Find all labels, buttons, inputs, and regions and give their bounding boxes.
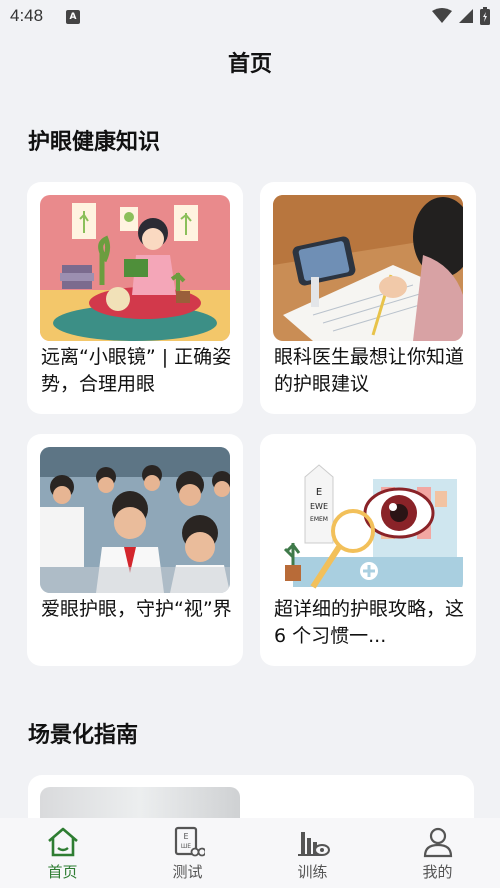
tab-label-test: 测试 <box>172 863 203 881</box>
user-icon <box>423 827 452 858</box>
battery-icon <box>480 7 490 25</box>
tab-label-home: 首页 <box>47 863 78 881</box>
bottom-tab-bar: 首页 E ШE 测试 训练 我的 <box>0 818 500 888</box>
svg-text:EMEM: EMEM <box>310 516 328 523</box>
article-card-1[interactable]: 远离“小眼镜” | 正确姿势，合理用眼 <box>27 182 243 414</box>
svg-text:EWE: EWE <box>310 502 328 511</box>
girl-reading-illustration <box>40 195 230 341</box>
tab-mine[interactable]: 我的 <box>375 818 500 888</box>
signal-icon <box>459 9 473 23</box>
article-title-4: 超详细的护眼攻略，这 6 个习惯一... <box>274 598 465 647</box>
article-card-3[interactable]: 爱眼护眼，守护“视”界 <box>27 434 243 666</box>
section-title-scenes: 场景化指南 <box>28 723 139 748</box>
article-title-2: 眼科医生最想让你知道的护眼建议 <box>274 346 465 395</box>
svg-text:E: E <box>316 487 322 498</box>
tab-label-training: 训练 <box>297 863 328 881</box>
eye-chart-icon: E ШE <box>174 826 205 857</box>
wifi-icon <box>432 8 452 23</box>
article-title-3: 爱眼护眼，守护“视”界 <box>41 598 232 620</box>
eye-chart-magnifier-illustration: E EWE EMEM <box>273 447 463 593</box>
status-icons <box>432 7 490 25</box>
tab-label-mine: 我的 <box>422 863 453 881</box>
section-title-knowledge: 护眼健康知识 <box>28 130 161 155</box>
status-bar: 4:48 A <box>0 0 500 34</box>
tab-home[interactable]: 首页 <box>0 818 125 888</box>
article-card-2[interactable]: 眼科医生最想让你知道的护眼建议 <box>260 182 476 414</box>
child-writing-with-phone-photo <box>273 195 463 341</box>
page-title: 首页 <box>227 52 272 77</box>
svg-text:ШE: ШE <box>180 843 190 850</box>
notification-a-icon: A <box>66 10 80 24</box>
status-time: 4:48 <box>10 6 44 25</box>
home-icon <box>47 827 78 857</box>
tab-training[interactable]: 训练 <box>250 818 375 888</box>
tab-test[interactable]: E ШE 测试 <box>125 818 250 888</box>
training-icon <box>297 832 330 856</box>
article-title-1: 远离“小眼镜” | 正确姿势，合理用眼 <box>41 346 232 395</box>
svg-text:E: E <box>183 832 188 841</box>
article-card-4[interactable]: E EWE EMEM 超详细的护眼攻略，这 6 个习惯一... <box>260 434 476 666</box>
students-eye-exercise-photo <box>40 447 230 593</box>
